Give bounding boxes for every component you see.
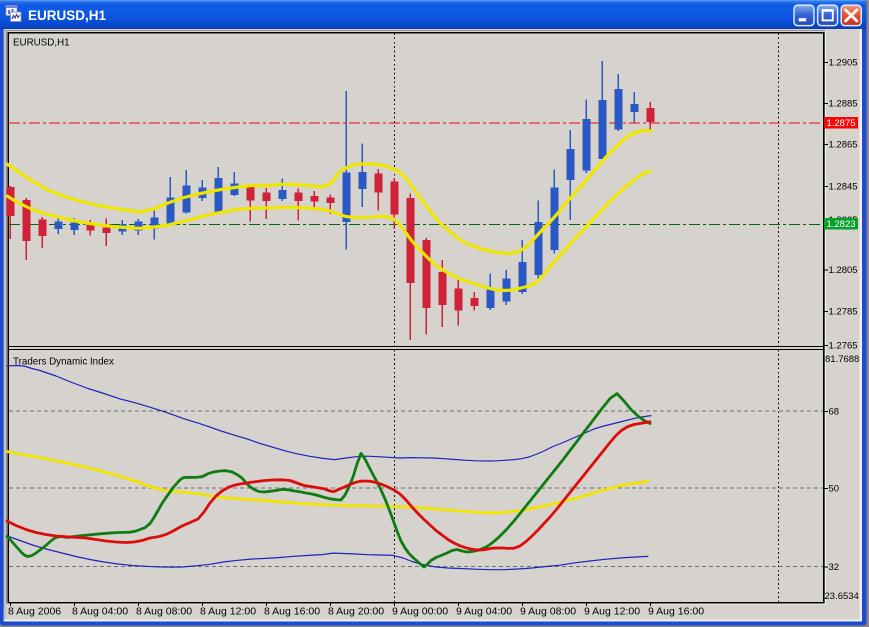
svg-text:1.2865: 1.2865 [829,140,858,151]
svg-text:9 Aug 12:00: 9 Aug 12:00 [584,606,640,618]
svg-text:1.2845: 1.2845 [829,182,858,193]
svg-text:1.2785: 1.2785 [829,307,858,318]
svg-text:1.2875: 1.2875 [826,118,855,129]
svg-text:1.2805: 1.2805 [829,265,858,276]
svg-text:8 Aug 12:00: 8 Aug 12:00 [200,606,256,618]
svg-text:8 Aug 16:00: 8 Aug 16:00 [264,606,320,618]
svg-text:8 Aug 2006: 8 Aug 2006 [8,606,61,618]
svg-text:EURUSD,H1: EURUSD,H1 [28,8,107,23]
svg-text:9 Aug 00:00: 9 Aug 00:00 [392,606,448,618]
svg-text:9 Aug 08:00: 9 Aug 08:00 [520,606,576,618]
svg-text:9 Aug 16:00: 9 Aug 16:00 [648,606,704,618]
svg-text:81.7688: 81.7688 [825,354,859,365]
svg-text:EURUSD,H1: EURUSD,H1 [13,38,70,49]
svg-text:9 Aug 04:00: 9 Aug 04:00 [456,606,512,618]
svg-text:23.6534: 23.6534 [825,591,859,602]
svg-text:1.2823: 1.2823 [826,219,855,230]
svg-text:1.2765: 1.2765 [829,341,858,352]
svg-text:32: 32 [829,562,840,573]
svg-text:50: 50 [829,484,840,495]
svg-text:8 Aug 08:00: 8 Aug 08:00 [136,606,192,618]
svg-text:1.2885: 1.2885 [829,99,858,110]
svg-text:8 Aug 20:00: 8 Aug 20:00 [328,606,384,618]
svg-text:1.2905: 1.2905 [829,58,858,69]
svg-text:Traders Dynamic Index: Traders Dynamic Index [13,357,114,368]
svg-text:8 Aug 04:00: 8 Aug 04:00 [72,606,128,618]
svg-text:68: 68 [829,407,840,418]
